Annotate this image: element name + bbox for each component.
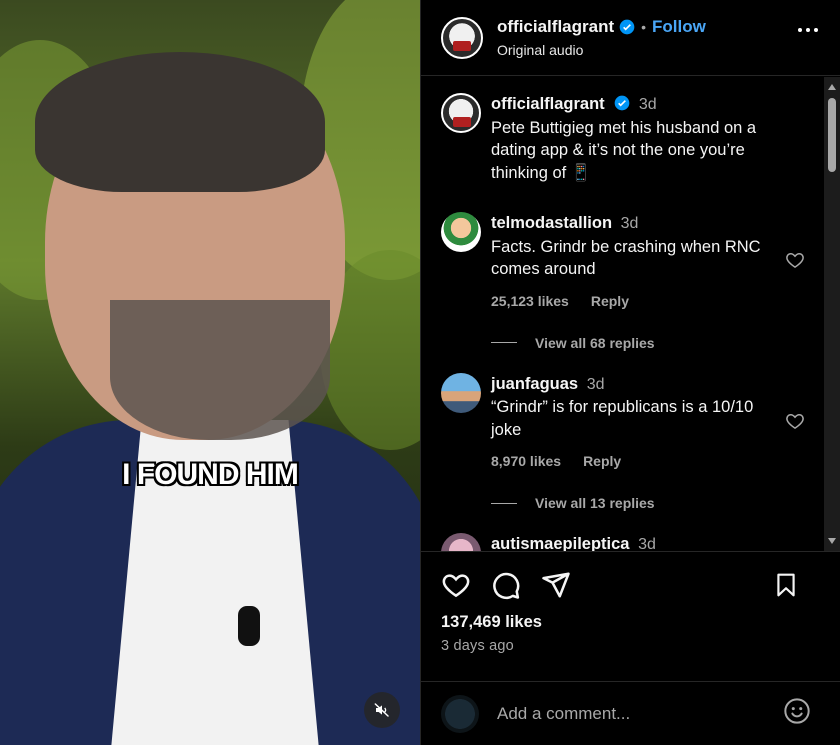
speaker-muted-icon: [374, 703, 389, 717]
comment-avatar[interactable]: [441, 212, 481, 252]
comment-avatar[interactable]: [441, 372, 481, 413]
comment-body: telmodastallion 3d Facts. Grindr be cras…: [491, 212, 781, 309]
heart-outline-icon[interactable]: [785, 250, 805, 275]
comment-item: autismaepileptica 3d: [441, 533, 805, 551]
header-username[interactable]: officialflagrant: [497, 16, 614, 38]
heart-outline-icon[interactable]: [785, 411, 805, 436]
scroll-up-arrow-icon[interactable]: [828, 84, 836, 90]
caption-body: officialflagrant 3d Pete Buttigieg met h…: [491, 93, 791, 184]
replies-divider: [491, 342, 517, 343]
caption-text: Pete Buttigieg met his husband on a dati…: [491, 118, 757, 182]
comment-item: telmodastallion 3d Facts. Grindr be cras…: [441, 212, 805, 309]
comment-header: autismaepileptica 3d: [491, 533, 781, 551]
mute-button[interactable]: [364, 692, 400, 728]
comment-item: juanfaguas 3d “Grindr” is for republican…: [441, 372, 805, 470]
post-likes-count[interactable]: 137,469 likes: [441, 613, 821, 632]
view-replies-label: View all 68 replies: [535, 334, 655, 351]
verified-badge-icon: [614, 95, 630, 111]
lapel-mic: [238, 606, 260, 646]
view-replies-button[interactable]: View all 68 replies: [491, 335, 805, 351]
share-send-icon[interactable]: [541, 570, 571, 600]
header-text: officialflagrant • Follow Original audio: [497, 16, 706, 59]
post-caption: officialflagrant 3d Pete Buttigieg met h…: [441, 93, 805, 184]
like-heart-icon[interactable]: [441, 570, 471, 600]
comment-avatar[interactable]: [441, 533, 481, 551]
reply-button[interactable]: Reply: [583, 453, 621, 469]
comment-meta: 25,123 likes Reply: [491, 293, 781, 309]
comment-likes[interactable]: 8,970 likes: [491, 453, 561, 469]
post-actions: 137,469 likes 3 days ago: [421, 551, 840, 681]
more-dot-icon: [806, 28, 810, 32]
caption-time[interactable]: 3d: [639, 96, 657, 113]
caption-username[interactable]: officialflagrant: [491, 95, 605, 113]
instagram-post-modal: I FOUND HIM officialflagrant • Follow Or…: [0, 0, 840, 745]
emoji-picker-icon[interactable]: [783, 697, 811, 730]
comment-meta: 8,970 likes Reply: [491, 453, 781, 469]
current-user-avatar: [441, 694, 479, 733]
more-dot-icon: [798, 28, 802, 32]
comment-header: telmodastallion 3d: [491, 212, 781, 236]
caption-avatar[interactable]: [441, 93, 481, 133]
reply-button[interactable]: Reply: [591, 293, 629, 309]
add-comment-bar: [421, 681, 840, 745]
comment-likes[interactable]: 25,123 likes: [491, 293, 569, 309]
person-hair: [35, 52, 325, 192]
caption-text-line: officialflagrant 3d: [491, 93, 791, 117]
save-bookmark-icon[interactable]: [773, 572, 799, 603]
scroll-down-arrow-icon[interactable]: [828, 538, 836, 544]
more-dot-icon: [814, 28, 818, 32]
view-replies-label: View all 13 replies: [535, 495, 655, 511]
profile-avatar[interactable]: [441, 16, 483, 59]
replies-divider: [491, 502, 517, 504]
comment-text: Facts. Grindr be crashing when RNC comes…: [491, 237, 761, 279]
comment-time[interactable]: 3d: [638, 536, 656, 551]
video-caption: I FOUND HIM: [122, 458, 299, 491]
video-player[interactable]: I FOUND HIM: [0, 0, 420, 745]
original-audio-link[interactable]: Original audio: [497, 41, 706, 59]
person-beard: [110, 300, 330, 440]
comment-time[interactable]: 3d: [621, 215, 639, 232]
header-separator: •: [641, 18, 647, 35]
comment-username[interactable]: telmodastallion: [491, 214, 612, 232]
action-icons-row: [441, 568, 821, 602]
comment-text: “Grindr” is for republicans is a 10/10 j…: [491, 398, 754, 439]
comment-time[interactable]: 3d: [587, 376, 605, 393]
scroll-thumb[interactable]: [828, 98, 836, 172]
comment-body: juanfaguas 3d “Grindr” is for republican…: [491, 373, 781, 470]
comments-list[interactable]: officialflagrant 3d Pete Buttigieg met h…: [421, 77, 825, 551]
post-header: officialflagrant • Follow Original audio: [421, 0, 840, 76]
more-options-button[interactable]: [798, 28, 818, 32]
post-timestamp: 3 days ago: [441, 638, 514, 654]
comment-username[interactable]: autismaepileptica: [491, 535, 629, 551]
follow-button[interactable]: Follow: [652, 16, 706, 38]
comment-body: autismaepileptica 3d: [491, 533, 781, 551]
verified-badge-icon: [619, 19, 635, 35]
post-details-panel: officialflagrant • Follow Original audio: [420, 0, 840, 745]
view-replies-button[interactable]: View all 13 replies: [491, 495, 805, 511]
header-top-row: officialflagrant • Follow: [497, 16, 706, 38]
comment-username[interactable]: juanfaguas: [491, 375, 578, 393]
comment-input[interactable]: [497, 703, 767, 724]
comment-bubble-icon[interactable]: [491, 570, 521, 600]
comments-scrollbar[interactable]: [824, 77, 840, 551]
comment-header: juanfaguas 3d: [491, 373, 781, 397]
